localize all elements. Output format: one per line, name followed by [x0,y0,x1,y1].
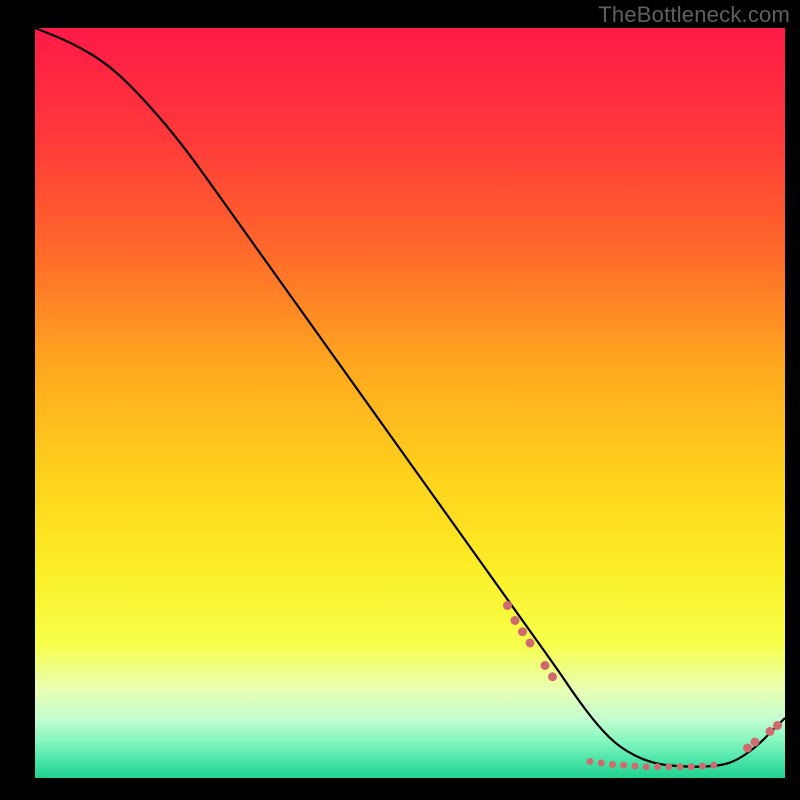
curve-layer [35,28,785,778]
chart-frame: TheBottleneck.com [0,0,800,800]
data-marker [710,762,717,769]
data-marker [654,763,661,770]
data-marker [766,727,775,736]
data-marker [743,744,752,753]
data-marker [643,763,650,770]
data-marker [598,760,605,767]
data-marker [665,763,672,770]
data-marker [609,761,616,768]
data-marker [773,721,782,730]
data-marker [548,672,557,681]
data-marker [620,762,627,769]
data-marker [632,763,639,770]
plot-area [35,28,785,778]
data-marker [688,763,695,770]
data-marker [541,661,550,670]
bottleneck-curve [35,28,785,767]
data-marker [699,763,706,770]
data-marker [587,758,594,765]
data-marker [751,738,760,747]
watermark-text: TheBottleneck.com [598,2,790,28]
data-markers [503,601,782,770]
data-marker [518,627,527,636]
data-marker [677,763,684,770]
data-marker [526,639,535,648]
data-marker [511,616,520,625]
data-marker [503,601,512,610]
